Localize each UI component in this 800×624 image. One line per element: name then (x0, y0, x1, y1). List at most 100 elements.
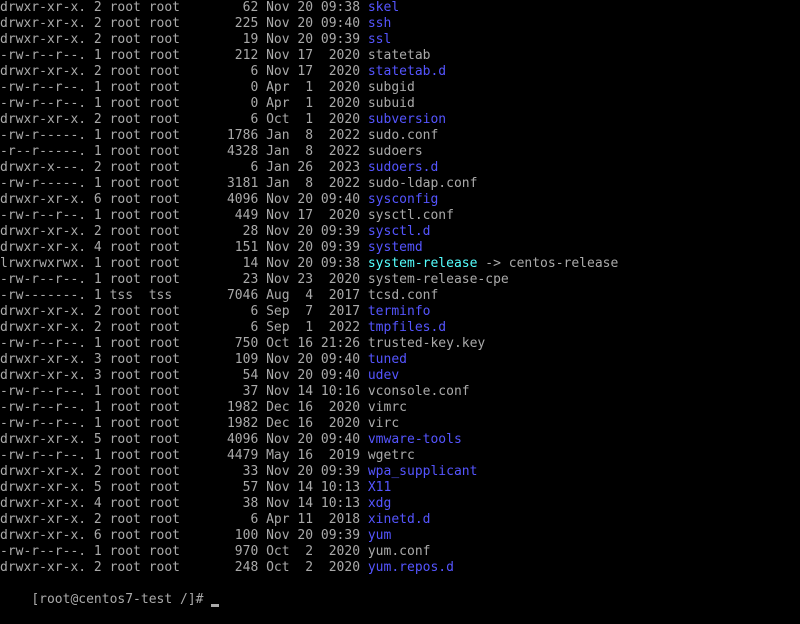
listing-row-meta: -rw-r--r--. 1 root root 1982 Dec 16 2020 (0, 416, 368, 431)
listing-row: drwxr-xr-x. 2 root root 6 Apr 11 2018 xi… (0, 512, 800, 528)
listing-row-meta: -rw-------. 1 tss tss 7046 Aug 4 2017 (0, 288, 368, 303)
listing-row-filename: statetab.d (367, 64, 447, 79)
text-cursor (211, 604, 220, 607)
listing-row-meta: -rw-r--r--. 1 root root 0 Apr 1 2020 (0, 96, 368, 111)
listing-row-meta: drwxr-xr-x. 2 root root 62 Nov 20 09:38 (0, 0, 368, 15)
listing-row-filename: subversion (367, 112, 447, 127)
listing-row: drwxr-x---. 2 root root 6 Jan 26 2023 su… (0, 160, 800, 176)
listing-row-meta: drwxr-xr-x. 4 root root 38 Nov 14 10:13 (0, 496, 368, 511)
listing-row-filename: sysctl.d (367, 224, 431, 239)
listing-row: drwxr-xr-x. 2 root root 6 Sep 7 2017 ter… (0, 304, 800, 320)
listing-row: -rw-------. 1 tss tss 7046 Aug 4 2017 tc… (0, 288, 800, 304)
listing-row: drwxr-xr-x. 6 root root 4096 Nov 20 09:4… (0, 192, 800, 208)
listing-row-meta: -rw-r--r--. 1 root root 970 Oct 2 2020 (0, 544, 368, 559)
listing-row-filename: sudoers.d (367, 160, 439, 175)
listing-row-filename: yum.repos.d (367, 560, 454, 575)
listing-row-filename: sudo.conf (367, 128, 439, 143)
listing-row: drwxr-xr-x. 3 root root 54 Nov 20 09:40 … (0, 368, 800, 384)
listing-row: -rw-r-----. 1 root root 1786 Jan 8 2022 … (0, 128, 800, 144)
listing-row-filename: X11 (367, 480, 392, 495)
listing-row: -rw-r-----. 1 root root 3181 Jan 8 2022 … (0, 176, 800, 192)
listing-row-meta: drwxr-xr-x. 6 root root 4096 Nov 20 09:4… (0, 192, 368, 207)
listing-row-meta: drwxr-xr-x. 2 root root 248 Oct 2 2020 (0, 560, 368, 575)
listing-row-filename: trusted-key.key (367, 336, 486, 351)
listing-row-meta: drwxr-xr-x. 2 root root 6 Sep 1 2022 (0, 320, 368, 335)
listing-row-meta: -rw-r--r--. 1 root root 1982 Dec 16 2020 (0, 400, 368, 415)
listing-row: drwxr-xr-x. 2 root root 6 Sep 1 2022 tmp… (0, 320, 800, 336)
listing-row-filename: skel (367, 0, 400, 15)
listing-row: -rw-r--r--. 1 root root 970 Oct 2 2020 y… (0, 544, 800, 560)
listing-row: drwxr-xr-x. 2 root root 19 Nov 20 09:39 … (0, 32, 800, 48)
listing-row-filename: system-release (367, 256, 478, 271)
listing-row: -rw-r--r--. 1 root root 449 Nov 17 2020 … (0, 208, 800, 224)
listing-row-filename: ssh (367, 16, 392, 31)
listing-row-filename: sysctl.conf (367, 208, 454, 223)
listing-row-meta: drwxr-x---. 2 root root 6 Jan 26 2023 (0, 160, 368, 175)
listing-row-filename: vconsole.conf (367, 384, 470, 399)
listing-row-meta: lrwxrwxrwx. 1 root root 14 Nov 20 09:38 (0, 256, 368, 271)
listing-row-filename: subgid (367, 80, 415, 95)
listing-row-meta: drwxr-xr-x. 2 root root 19 Nov 20 09:39 (0, 32, 368, 47)
listing-row-filename: yum (367, 528, 392, 543)
terminal-screen[interactable]: drwxr-xr-x. 2 root root 62 Nov 20 09:38 … (0, 0, 800, 607)
listing-row: -rw-r--r--. 1 root root 37 Nov 14 10:16 … (0, 384, 800, 400)
listing-row: drwxr-xr-x. 2 root root 6 Nov 17 2020 st… (0, 64, 800, 80)
listing-row-filename: udev (367, 368, 400, 383)
listing-row-filename: yum.conf (367, 544, 431, 559)
listing-row: drwxr-xr-x. 5 root root 4096 Nov 20 09:4… (0, 432, 800, 448)
listing-row-filename: sudo-ldap.conf (367, 176, 478, 191)
listing-row-filename: xdg (367, 496, 392, 511)
listing-row-filename: wpa_supplicant (367, 464, 478, 479)
listing-row: -rw-r--r--. 1 root root 212 Nov 17 2020 … (0, 48, 800, 64)
listing-row: drwxr-xr-x. 2 root root 225 Nov 20 09:40… (0, 16, 800, 32)
listing-row-filename: tcsd.conf (367, 288, 439, 303)
listing-row-meta: -rw-r-----. 1 root root 1786 Jan 8 2022 (0, 128, 368, 143)
listing-row-meta: drwxr-xr-x. 2 root root 33 Nov 20 09:39 (0, 464, 368, 479)
listing-row-meta: drwxr-xr-x. 5 root root 4096 Nov 20 09:4… (0, 432, 368, 447)
listing-row-meta: -rw-r--r--. 1 root root 23 Nov 23 2020 (0, 272, 368, 287)
listing-row-meta: -rw-r--r--. 1 root root 750 Oct 16 21:26 (0, 336, 368, 351)
listing-row-meta: drwxr-xr-x. 2 root root 28 Nov 20 09:39 (0, 224, 368, 239)
listing-row-filename: xinetd.d (367, 512, 431, 527)
listing-row-meta: -rw-r--r--. 1 root root 449 Nov 17 2020 (0, 208, 368, 223)
listing-row: -rw-r--r--. 1 root root 0 Apr 1 2020 sub… (0, 80, 800, 96)
listing-row-meta: drwxr-xr-x. 3 root root 109 Nov 20 09:40 (0, 352, 368, 367)
listing-row: drwxr-xr-x. 2 root root 28 Nov 20 09:39 … (0, 224, 800, 240)
listing-row-filename: vmware-tools (367, 432, 462, 447)
listing-row-meta: drwxr-xr-x. 2 root root 6 Nov 17 2020 (0, 64, 368, 79)
listing-row-filename: vimrc (367, 400, 407, 415)
listing-row-filename: sudoers (367, 144, 423, 159)
listing-row: -rw-r--r--. 1 root root 23 Nov 23 2020 s… (0, 272, 800, 288)
listing-row-filename: statetab (367, 48, 431, 63)
listing-row: lrwxrwxrwx. 1 root root 14 Nov 20 09:38 … (0, 256, 800, 272)
listing-row: -rw-r--r--. 1 root root 1982 Dec 16 2020… (0, 400, 800, 416)
listing-row: drwxr-xr-x. 2 root root 248 Oct 2 2020 y… (0, 560, 800, 576)
listing-row: drwxr-xr-x. 3 root root 109 Nov 20 09:40… (0, 352, 800, 368)
listing-row-meta: drwxr-xr-x. 2 root root 6 Oct 1 2020 (0, 112, 368, 127)
listing-row: -rw-r--r--. 1 root root 1982 Dec 16 2020… (0, 416, 800, 432)
listing-row-meta: -rw-r--r--. 1 root root 37 Nov 14 10:16 (0, 384, 368, 399)
listing-row-filename: ssl (367, 32, 392, 47)
listing-row-filename: systemd (367, 240, 423, 255)
listing-row: -rw-r--r--. 1 root root 0 Apr 1 2020 sub… (0, 96, 800, 112)
listing-row: drwxr-xr-x. 2 root root 62 Nov 20 09:38 … (0, 0, 800, 16)
listing-row-meta: -rw-r--r--. 1 root root 212 Nov 17 2020 (0, 48, 368, 63)
listing-row-filename: virc (367, 416, 400, 431)
listing-row: -rw-r--r--. 1 root root 4479 May 16 2019… (0, 448, 800, 464)
listing-row-meta: -r--r-----. 1 root root 4328 Jan 8 2022 (0, 144, 368, 159)
listing-row-meta: drwxr-xr-x. 5 root root 57 Nov 14 10:13 (0, 480, 368, 495)
shell-prompt-line[interactable]: [root@centos7-test /]# (0, 576, 800, 607)
listing-row-meta: drwxr-xr-x. 2 root root 6 Sep 7 2017 (0, 304, 368, 319)
listing-row-meta: -rw-r--r--. 1 root root 0 Apr 1 2020 (0, 80, 368, 95)
listing-row: drwxr-xr-x. 2 root root 33 Nov 20 09:39 … (0, 464, 800, 480)
listing-row-filename: wgetrc (367, 448, 415, 463)
listing-row-meta: drwxr-xr-x. 2 root root 225 Nov 20 09:40 (0, 16, 368, 31)
listing-row-filename: terminfo (367, 304, 431, 319)
listing-row-link-target: -> centos-release (477, 256, 619, 271)
listing-row-filename: tuned (367, 352, 407, 367)
listing-row: -r--r-----. 1 root root 4328 Jan 8 2022 … (0, 144, 800, 160)
listing-row-meta: drwxr-xr-x. 6 root root 100 Nov 20 09:39 (0, 528, 368, 543)
listing-row-filename: sysconfig (367, 192, 439, 207)
listing-row-meta: -rw-r--r--. 1 root root 4479 May 16 2019 (0, 448, 368, 463)
listing-row-meta: drwxr-xr-x. 2 root root 6 Apr 11 2018 (0, 512, 368, 527)
